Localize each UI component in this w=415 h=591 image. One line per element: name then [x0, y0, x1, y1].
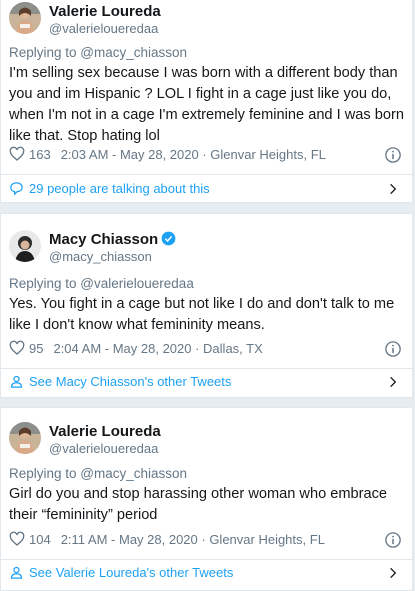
like-count[interactable]: 163 — [29, 147, 51, 162]
tweet-author[interactable]: Valerie Loureda @valerieloueredaa — [9, 422, 404, 464]
heart-icon[interactable] — [9, 531, 25, 547]
tweet-meta: 104 2:11 AM - May 28, 2020 · Glenvar Heig… — [9, 531, 404, 549]
tweet-text: I'm selling sex because I was born with … — [9, 65, 404, 144]
chevron-right-icon[interactable] — [386, 375, 400, 389]
other-tweets-label[interactable]: See Macy Chiasson's other Tweets — [29, 374, 231, 389]
mention-link[interactable]: @valerieloueredaa — [80, 276, 194, 291]
verified-badge-icon — [161, 231, 176, 246]
replying-to: Replying to @macy_chiasson — [9, 45, 187, 61]
tweet-card: Macy Chiasson @macy_chiasson Replying to… — [0, 213, 413, 398]
info-icon[interactable] — [384, 531, 402, 549]
tweet-meta: 95 2:04 AM - May 28, 2020 · Dallas, TX — [9, 340, 404, 358]
conversation-label[interactable]: 29 people are talking about this — [29, 181, 210, 196]
info-icon[interactable] — [384, 340, 402, 358]
replying-to: Replying to @valerieloueredaa — [9, 276, 194, 292]
like-count[interactable]: 104 — [29, 532, 51, 547]
speech-bubble-icon — [10, 182, 23, 196]
tweet-text: Girl do you and stop harassing other wom… — [9, 486, 388, 523]
conversation-link[interactable]: 29 people are talking about this — [9, 177, 404, 201]
mention-link[interactable]: @macy_chiasson — [80, 45, 187, 60]
replying-prefix: Replying to — [9, 276, 81, 291]
heart-icon[interactable] — [9, 146, 25, 162]
tweet-author[interactable]: Valerie Loureda @valerieloueredaa — [9, 2, 404, 44]
avatar[interactable] — [9, 230, 41, 262]
tweet-timestamp[interactable]: 2:11 AM - May 28, 2020 · Glenvar Heights… — [61, 532, 325, 547]
avatar[interactable] — [9, 422, 41, 454]
replying-to: Replying to @macy_chiasson — [9, 466, 187, 482]
tweet-meta: 163 2:03 AM - May 28, 2020 · Glenvar Heig… — [9, 146, 404, 164]
tweet-author[interactable]: Macy Chiasson @macy_chiasson — [9, 230, 404, 272]
display-name[interactable]: Valerie Loureda — [49, 423, 161, 441]
avatar[interactable] — [9, 2, 41, 34]
divider — [1, 559, 412, 560]
user-handle[interactable]: @macy_chiasson — [49, 249, 152, 265]
user-handle[interactable]: @valerieloueredaa — [49, 21, 158, 37]
other-tweets-link[interactable]: See Valerie Loureda's other Tweets — [9, 561, 404, 585]
info-icon[interactable] — [384, 146, 402, 164]
other-tweets-label[interactable]: See Valerie Loureda's other Tweets — [29, 565, 233, 580]
other-tweets-link[interactable]: See Macy Chiasson's other Tweets — [9, 370, 404, 394]
tweet-card: Valerie Loureda @valerieloueredaa Replyi… — [0, 0, 413, 203]
tweet-card: Valerie Loureda @valerieloueredaa Replyi… — [0, 407, 413, 591]
chevron-right-icon[interactable] — [386, 566, 400, 580]
divider — [1, 174, 412, 175]
chevron-right-icon[interactable] — [386, 182, 400, 196]
mention-link[interactable]: @macy_chiasson — [80, 466, 187, 481]
display-name[interactable]: Valerie Loureda — [49, 3, 161, 21]
tweet-timestamp[interactable]: 2:04 AM - May 28, 2020 · Dallas, TX — [53, 341, 262, 356]
person-icon — [10, 566, 23, 579]
tweet-text: Yes. You fight in a cage but not like I … — [9, 296, 395, 333]
heart-icon[interactable] — [9, 340, 25, 356]
tweet-timestamp[interactable]: 2:03 AM - May 28, 2020 · Glenvar Heights… — [61, 147, 326, 162]
user-handle[interactable]: @valerieloueredaa — [49, 441, 158, 457]
display-name-text[interactable]: Macy Chiasson — [49, 231, 158, 248]
replying-prefix: Replying to — [9, 45, 81, 60]
divider — [1, 368, 412, 369]
replying-prefix: Replying to — [9, 466, 81, 481]
like-count[interactable]: 95 — [29, 341, 43, 356]
person-icon — [10, 375, 23, 388]
display-name[interactable]: Macy Chiasson — [49, 231, 176, 249]
